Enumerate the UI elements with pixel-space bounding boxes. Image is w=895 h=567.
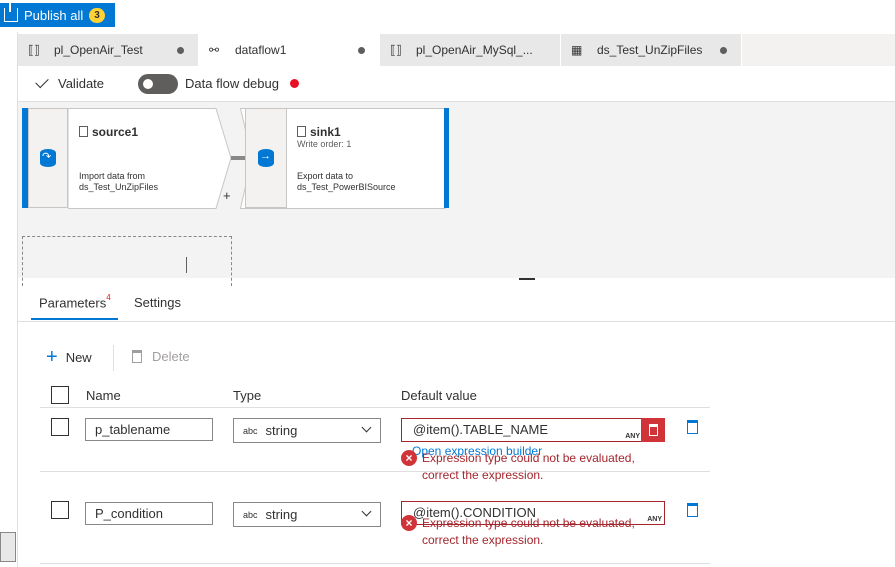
ghost-connector [186, 257, 187, 273]
tab-parameters[interactable]: Parameters4 [39, 293, 111, 310]
select-all-checkbox[interactable] [51, 386, 69, 404]
error-message: Expression type could not be evaluated, … [422, 516, 635, 547]
pipeline-icon: ⟦⟧ [28, 43, 40, 57]
debug-toggle[interactable] [138, 73, 179, 94]
sink-description: Export data to ds_Test_PowerBISource [297, 171, 396, 192]
parameter-row: P_condition abc string @item().CONDITION … [40, 494, 710, 564]
sink-write-order: Write order: 1 [297, 139, 352, 149]
parameter-type-dropdown[interactable]: abc string [233, 418, 381, 443]
table-icon: ▦ [571, 43, 583, 57]
properties-tabs: Parameters4 Settings [18, 282, 895, 322]
active-tab-underline [31, 318, 118, 320]
publish-all-button[interactable]: Publish all 3 [0, 2, 115, 27]
validate-label: Validate [58, 76, 105, 91]
top-bar: Publish all 3 [0, 0, 895, 32]
column-type-header: Type [233, 388, 262, 403]
parameters-error-count: 4 [106, 293, 111, 302]
validate-button[interactable]: Validate [35, 74, 105, 91]
sink-icon-cell[interactable] [245, 108, 287, 208]
default-value-input[interactable]: @item().TABLE_NAME ANY [401, 418, 665, 442]
error-icon: × [401, 450, 417, 466]
type-badge: ANY [647, 516, 662, 523]
parameter-name-input[interactable]: P_condition [85, 502, 213, 525]
delete-row-trash-icon[interactable] [687, 503, 698, 517]
left-rail [0, 32, 18, 567]
parameter-name-input[interactable]: p_tablename [85, 418, 213, 441]
check-icon [35, 74, 49, 89]
ghost-node-placeholder [22, 236, 232, 286]
tab-settings[interactable]: Settings [134, 295, 181, 310]
publish-count-badge: 3 [89, 7, 105, 23]
sink-title: sink1 [297, 125, 341, 139]
dataflow-canvas[interactable]: source1 Import data from ds_Test_UnZipFi… [18, 102, 895, 286]
pipeline-icon: ⟦⟧ [390, 43, 402, 57]
tab-dataflow1[interactable]: ⚯ dataflow1 [199, 34, 380, 66]
trash-icon [132, 350, 142, 363]
file-icon [79, 126, 88, 137]
publish-label: Publish all [24, 7, 84, 23]
delete-parameter-button[interactable]: Delete [132, 349, 190, 364]
type-badge: ANY [625, 433, 640, 440]
tab-label: dataflow1 [235, 43, 287, 57]
type-prefix: abc [243, 426, 258, 436]
error-message: Expression type could not be evaluated, … [422, 451, 635, 482]
parameter-row: p_tablename abc string @item().TABLE_NAME… [40, 408, 710, 482]
unsaved-dot-icon [358, 47, 365, 54]
column-name-header: Name [86, 388, 121, 403]
new-parameter-button[interactable]: + New [46, 346, 92, 368]
debug-status-dot-icon [289, 79, 299, 88]
row-checkbox[interactable] [51, 501, 69, 519]
chevron-down-icon [361, 506, 372, 517]
dataflow-icon: ⚯ [209, 43, 220, 57]
tab-pl-openair-test[interactable]: ⟦⟧ pl_OpenAir_Test [18, 34, 199, 66]
chevron-down-icon [361, 422, 372, 433]
sink-selected-strip [444, 108, 449, 208]
sink-database-icon [258, 149, 274, 167]
error-icon: × [401, 515, 417, 531]
parameters-grid-header: Name Type Default value [40, 376, 710, 408]
delete-row-trash-icon[interactable] [687, 420, 698, 434]
source-description: Import data from ds_Test_UnZipFiles [79, 171, 159, 192]
tab-label: pl_OpenAir_MySql_... [416, 43, 533, 57]
unsaved-dot-icon [720, 47, 727, 54]
add-transformation-plus[interactable]: + [223, 188, 231, 203]
tab-ds-test-unzipfiles[interactable]: ▦ ds_Test_UnZipFiles [561, 34, 742, 66]
publish-icon [4, 2, 18, 22]
file-icon [297, 126, 306, 137]
source-node[interactable] [68, 108, 232, 209]
tab-label: pl_OpenAir_Test [54, 43, 143, 57]
tab-label: ds_Test_UnZipFiles [597, 43, 703, 57]
column-default-header: Default value [401, 388, 477, 403]
parameter-type-dropdown[interactable]: abc string [233, 502, 381, 527]
toolbar-separator [113, 345, 114, 371]
clear-value-button[interactable] [641, 418, 665, 442]
source-icon-cell[interactable] [28, 108, 68, 208]
unsaved-dot-icon [177, 47, 184, 54]
source-title: source1 [79, 125, 138, 139]
dataflow-toolbar: Validate Data flow debug [18, 66, 895, 102]
type-prefix: abc [243, 510, 258, 520]
row-checkbox[interactable] [51, 418, 69, 436]
editor-tabs: ⟦⟧ pl_OpenAir_Test ⚯ dataflow1 ⟦⟧ pl_Ope… [18, 34, 895, 66]
rail-button[interactable] [0, 532, 16, 562]
tab-pl-openair-mysql[interactable]: ⟦⟧ pl_OpenAir_MySql_... [380, 34, 561, 66]
debug-label: Data flow debug [185, 76, 279, 91]
plus-icon: + [46, 346, 58, 368]
trash-icon [648, 424, 658, 436]
source-database-icon [40, 149, 56, 167]
panel-splitter-handle[interactable] [519, 278, 535, 280]
